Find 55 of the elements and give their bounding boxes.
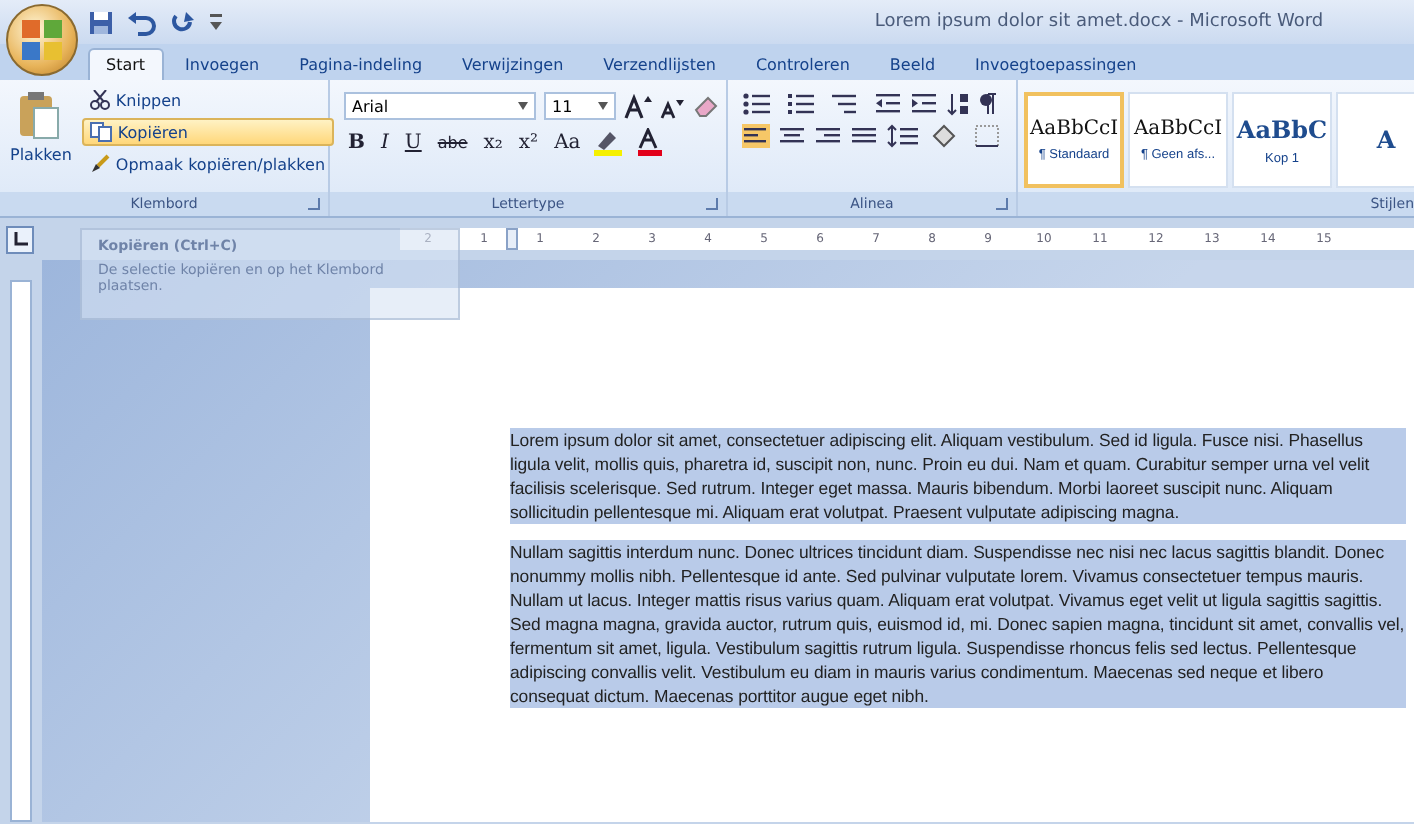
dialog-launcher-icon[interactable]: [308, 198, 320, 210]
ribbon-tab[interactable]: Verwijzingen: [444, 48, 582, 80]
font-color-icon[interactable]: [636, 128, 665, 156]
customize-caret-icon[interactable]: [208, 12, 224, 32]
caret-icon: [518, 102, 528, 110]
tab-selector-button[interactable]: [6, 225, 34, 253]
clipboard-icon: [18, 90, 63, 142]
paste-button[interactable]: Plakken: [6, 86, 76, 192]
paragraph-text: Lorem ipsum dolor sit amet, consectetuer adipiscing elit. Aliquam vestibulum. Sed id ligula. Fusce nisi. Phasellus ligula velit, mollis quis, pharetra id, suscipit non, nunc. Proin eu dui. Nam et quam. Curabitur semper urna vel velit facilisis scelerisque. Sed rutrum. Integer eget massa. Mauris bibendum. Morbi laoreet suscipit nunc. Aliquam sollicitudin pellentesque mi. Aliquam erat volutpat. Praesent vulputate adipiscing magna.: [510, 428, 1406, 524]
eraser-icon[interactable]: [692, 92, 720, 120]
format-button[interactable]: x²: [514, 131, 543, 153]
style-gallery-item[interactable]: A: [1336, 92, 1414, 188]
clipboard-command[interactable]: Kopiëren: [81, 118, 334, 146]
grow-font-icon[interactable]: [624, 93, 652, 119]
scissors-icon: [89, 90, 110, 110]
clipboard-command[interactable]: Knippen: [81, 86, 334, 114]
ribbon-tab[interactable]: Beeld: [871, 48, 954, 80]
format-button[interactable]: Aa: [550, 131, 585, 153]
ribbon-tab[interactable]: Controleren: [737, 48, 868, 80]
ribbon-tab[interactable]: Invoegtoepassingen: [957, 48, 1155, 80]
left-tab-icon: [12, 231, 28, 247]
redo-icon[interactable]: [170, 9, 196, 35]
clipboard-command[interactable]: Opmaak kopiëren/plakken: [81, 150, 334, 178]
format-button[interactable]: I: [376, 131, 393, 153]
dialog-launcher-icon[interactable]: [996, 198, 1008, 210]
align-center-icon[interactable]: [778, 124, 806, 148]
undo-icon[interactable]: [126, 9, 158, 35]
align-right-icon[interactable]: [814, 124, 842, 148]
ribbon-tab[interactable]: Invoegen: [167, 48, 278, 80]
increase-indent-icon[interactable]: [910, 92, 938, 116]
format-button[interactable]: abe: [433, 133, 472, 151]
line-spacing-icon[interactable]: [886, 124, 922, 148]
ribbon-tab[interactable]: Verzendlijsten: [585, 48, 734, 80]
caret-icon: [598, 102, 608, 110]
format-button[interactable]: B: [344, 131, 369, 153]
dialog-launcher-icon[interactable]: [706, 198, 718, 210]
pilcrow-icon[interactable]: [978, 92, 998, 116]
office-button[interactable]: [6, 4, 78, 76]
format-button[interactable]: U: [400, 131, 426, 153]
ribbon-tab[interactable]: Start: [88, 48, 164, 80]
office-logo-icon: [20, 18, 64, 62]
font-name-dropdown[interactable]: Arial: [344, 92, 536, 120]
align-left-icon[interactable]: [742, 124, 770, 148]
sort-icon[interactable]: [946, 92, 970, 116]
ribbon-tab[interactable]: Pagina-indeling: [281, 48, 441, 80]
copy-icon: [89, 122, 112, 142]
font-size-dropdown[interactable]: 11: [544, 92, 616, 120]
window-title: Lorem ipsum dolor sit amet.docx - Microsoft Word: [872, 12, 1326, 32]
paragraph-text: Nullam sagittis interdum nunc. Donec ultrices tincidunt diam. Suspendisse nec nisi nec lacus sagittis blandit. Donec nonummy mollis nibh. Pellentesque id ante. Sed pulvinar vulputate lorem. Vivamus consectetuer tempus mauris. Nullam ut lacus. Integer mattis risus varius quam. Aliquam erat volutpat. Vivamus eget velit ut ligula sagittis sagittis. Sed magna magna, gravida auctor, rutrum quis, euismod id, mi. Donec sapien magna, tincidunt sit amet, convallis vel, fermentum sit amet, ligula. Vestibulum sagittis rutrum ligula. Suspendisse rhoncus felis sed lectus. Pellentesque adipiscing convallis velit. Vestibulum eu diam in mauris varius condimentum. Maecenas sed neque et libero consequat dictum. Maecenas porttitor augue eget nibh.: [510, 540, 1406, 708]
save-icon[interactable]: [88, 9, 114, 35]
format-button[interactable]: x₂: [479, 131, 507, 153]
decrease-indent-icon[interactable]: [874, 92, 902, 116]
paintbrush-icon: [89, 154, 110, 174]
justify-icon[interactable]: [850, 124, 878, 148]
indent-marker-icon[interactable]: [506, 228, 518, 250]
